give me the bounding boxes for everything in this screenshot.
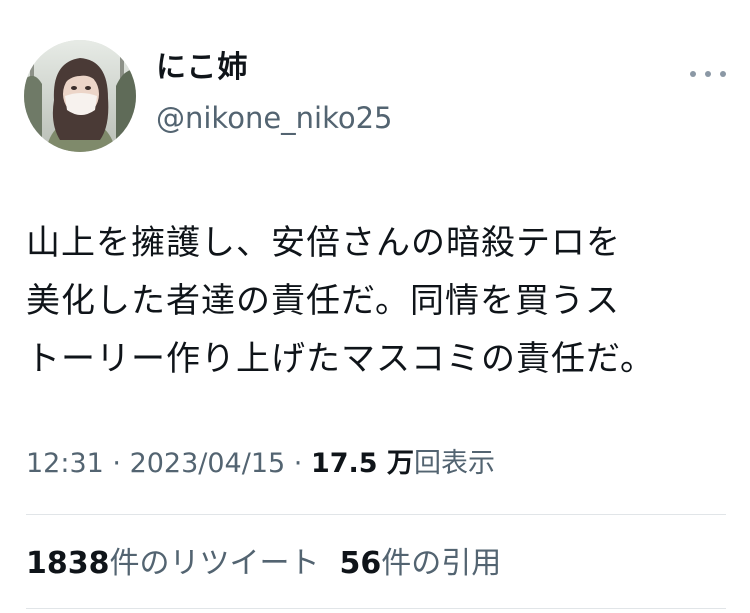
more-horizontal-icon (690, 71, 696, 77)
tweet-header: にこ姉 @nikone_niko25 (24, 40, 726, 156)
tweet-text: 山上を擁護し、安倍さんの暗殺テロを 美化した者達の責任だ。同情を買うス トーリー… (26, 214, 726, 388)
retweets-count: 1838 (26, 546, 110, 581)
meta-separator: · (285, 448, 311, 479)
quotes-label: 件の引用 (381, 546, 502, 581)
avatar-photo-icon (24, 40, 136, 152)
more-horizontal-icon-dot (720, 71, 726, 77)
quotes-stat[interactable]: 56件の引用 (340, 546, 502, 581)
more-options-button[interactable] (690, 60, 726, 88)
views-label: 回表示 (413, 448, 495, 479)
display-name[interactable]: にこ姉 (156, 48, 393, 88)
tweet-text-line: トーリー作り上げたマスコミの責任だ。 (26, 339, 655, 379)
user-handle[interactable]: @nikone_niko25 (156, 98, 393, 138)
retweets-stat[interactable]: 1838件のリツイート (26, 546, 320, 581)
tweet-stats: 1838件のリツイート 56件の引用 (26, 544, 501, 584)
tweet-time[interactable]: 12:31 (26, 448, 104, 479)
avatar[interactable] (24, 40, 136, 152)
tweet-text-line: 山上を擁護し、安倍さんの暗殺テロを (26, 223, 621, 263)
user-block: にこ姉 @nikone_niko25 (156, 48, 393, 138)
meta-separator: · (103, 448, 130, 479)
more-horizontal-icon-dot (705, 71, 711, 77)
tweet-text-line: 美化した者達の責任だ。同情を買うス (26, 281, 620, 321)
quotes-count: 56 (339, 546, 382, 581)
divider (26, 608, 726, 609)
tweet-date[interactable]: 2023/04/15 (130, 448, 286, 479)
views-count: 17.5 万 (310, 448, 414, 479)
tweet-meta: 12:31 · 2023/04/15 · 17.5 万回表示 (26, 444, 495, 484)
retweets-label: 件のリツイート (109, 546, 320, 581)
divider (26, 514, 726, 515)
